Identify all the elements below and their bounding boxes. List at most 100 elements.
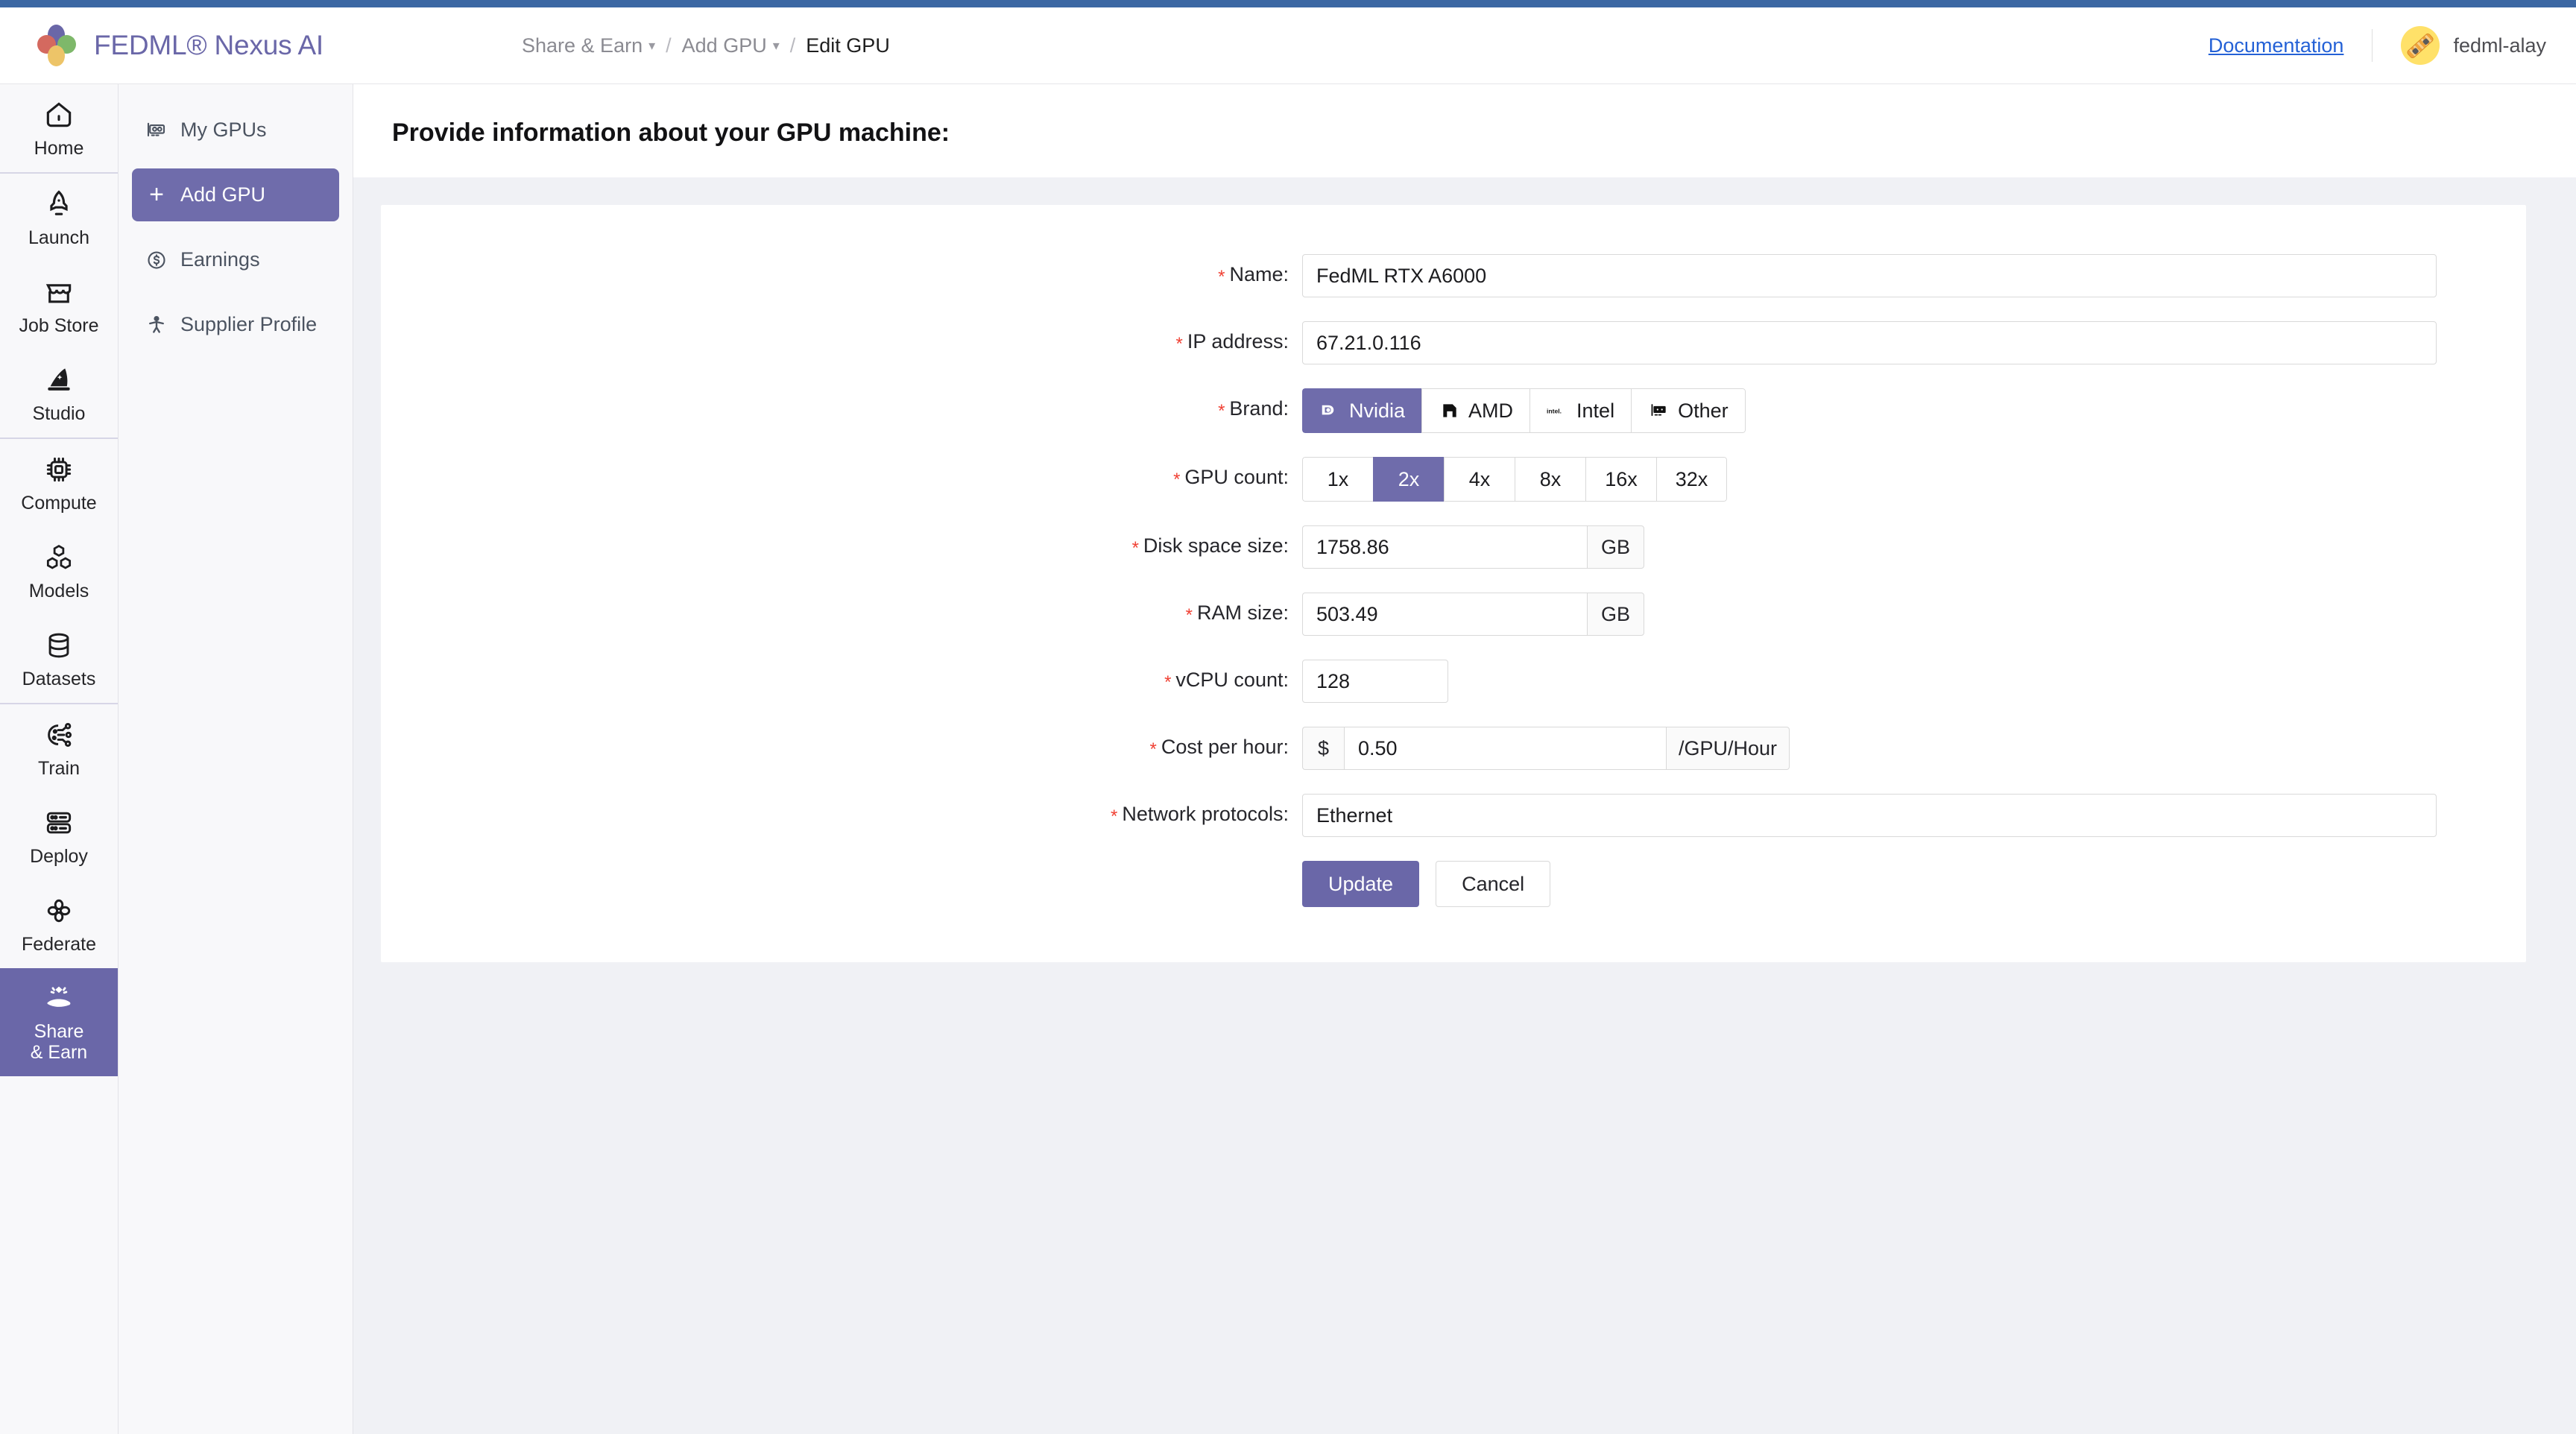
skateboard-avatar-icon[interactable] bbox=[2401, 26, 2440, 65]
gpu-count-option-2x[interactable]: 2x bbox=[1373, 457, 1444, 502]
chevron-down-icon[interactable]: ▾ bbox=[773, 38, 780, 54]
cubes-icon bbox=[42, 541, 75, 574]
ip-address-input[interactable]: 67.21.0.116 bbox=[1302, 321, 2437, 364]
cost-currency-symbol: $ bbox=[1302, 727, 1344, 770]
form-row-ram-size: * RAM size: 503.49 GB bbox=[381, 593, 2526, 636]
sidebar-item-datasets[interactable]: Datasets bbox=[0, 615, 118, 703]
brand-option-amd[interactable]: AMD bbox=[1421, 388, 1530, 433]
breadcrumb-item-add-gpu[interactable]: Add GPU ▾ bbox=[682, 34, 780, 57]
cancel-button[interactable]: Cancel bbox=[1436, 861, 1551, 907]
sidebar-item-deploy[interactable]: Deploy bbox=[0, 792, 118, 880]
server-icon bbox=[42, 806, 75, 839]
rocket-icon bbox=[42, 188, 75, 221]
storefront-icon bbox=[42, 276, 75, 309]
sidebar-item-launch[interactable]: Launch bbox=[0, 174, 118, 262]
sidebar-item-label: Studio bbox=[32, 402, 86, 424]
sidebar-item-label: Earnings bbox=[180, 248, 260, 271]
sidebar-item-my-gpus[interactable]: My GPUs bbox=[132, 104, 339, 157]
flower-logo-icon bbox=[36, 25, 78, 66]
sidebar-item-label: Deploy bbox=[30, 845, 88, 867]
sidebar-item-label: Models bbox=[28, 580, 89, 601]
plus-icon: + bbox=[149, 180, 164, 209]
brand-option-label: Intel bbox=[1576, 399, 1615, 422]
sidebar-item-label: Launch bbox=[28, 227, 90, 248]
gpu-count-option-4x[interactable]: 4x bbox=[1444, 457, 1515, 502]
chevron-down-icon[interactable]: ▾ bbox=[648, 38, 655, 54]
brain-network-icon bbox=[42, 718, 75, 751]
network-protocols-input[interactable]: Ethernet bbox=[1302, 794, 2437, 837]
disk-space-label: * Disk space size: bbox=[1131, 534, 1289, 558]
breadcrumb-label: Edit GPU bbox=[806, 34, 890, 57]
sidebar-item-studio[interactable]: Studio bbox=[0, 350, 118, 438]
brand-option-intel[interactable]: intel. Intel bbox=[1530, 388, 1632, 433]
breadcrumb-label: Share & Earn bbox=[522, 34, 643, 57]
chip-icon bbox=[42, 453, 75, 486]
sidebar-item-label: Train bbox=[37, 757, 80, 779]
gpu-count-option-1x[interactable]: 1x bbox=[1302, 457, 1373, 502]
brand-option-nvidia[interactable]: Nvidia bbox=[1302, 388, 1422, 433]
gpu-card-icon bbox=[147, 122, 165, 136]
vcpu-count-label: * vCPU count: bbox=[1164, 669, 1289, 692]
ram-size-unit: GB bbox=[1587, 593, 1645, 636]
sidebar-item-home[interactable]: Home bbox=[0, 84, 118, 172]
gpu-count-option-16x[interactable]: 16x bbox=[1585, 457, 1656, 502]
brand-label: * Brand: bbox=[1218, 397, 1289, 421]
sidebar-item-label: Compute bbox=[21, 492, 97, 514]
share-earn-subnav: My GPUs + Add GPU Earnings Supplier Prof… bbox=[119, 84, 353, 1434]
form-row-disk-space: * Disk space size: 1758.86 GB bbox=[381, 525, 2526, 569]
primary-nav-rail: Home Launch Job Store Studio Compute Mod… bbox=[0, 84, 119, 1434]
sidebar-item-job-store[interactable]: Job Store bbox=[0, 262, 118, 350]
sidebar-item-add-gpu[interactable]: + Add GPU bbox=[132, 168, 339, 221]
top-accent-strip bbox=[0, 0, 2576, 7]
name-input[interactable]: FedML RTX A6000 bbox=[1302, 254, 2437, 297]
form-row-gpu-count: * GPU count: 1x 2x 4x 8x 16x 32x bbox=[381, 457, 2526, 502]
required-marker: * bbox=[1173, 470, 1181, 490]
sidebar-item-label: Federate bbox=[21, 933, 97, 955]
sidebar-item-supplier-profile[interactable]: Supplier Profile bbox=[132, 298, 339, 351]
gpu-count-segmented-control: 1x 2x 4x 8x 16x 32x bbox=[1302, 457, 1727, 502]
form-row-name: * Name: FedML RTX A6000 bbox=[381, 254, 2526, 297]
amd-logo-icon bbox=[1443, 403, 1457, 417]
breadcrumb-item-share-earn[interactable]: Share & Earn ▾ bbox=[522, 34, 655, 57]
ram-size-label: * RAM size: bbox=[1185, 601, 1289, 625]
nvidia-logo-icon bbox=[1322, 405, 1334, 415]
required-marker: * bbox=[1164, 672, 1172, 692]
breadcrumb-label: Add GPU bbox=[681, 34, 767, 57]
brand-option-label: Nvidia bbox=[1349, 399, 1406, 422]
brand-option-other[interactable]: Other bbox=[1631, 388, 1746, 433]
disk-space-input[interactable]: 1758.86 bbox=[1302, 525, 1587, 569]
sidebar-item-label: Datasets bbox=[22, 668, 96, 689]
sidebar-item-train[interactable]: Train bbox=[0, 704, 118, 792]
sidebar-item-label: Job Store bbox=[19, 315, 99, 336]
sidebar-item-compute[interactable]: Compute bbox=[0, 439, 118, 527]
wizard-hat-icon bbox=[42, 364, 75, 397]
cost-per-hour-label: * Cost per hour: bbox=[1149, 736, 1289, 759]
update-button[interactable]: Update bbox=[1302, 861, 1420, 907]
sidebar-item-models[interactable]: Models bbox=[0, 527, 118, 615]
username-label[interactable]: fedml-alay bbox=[2453, 34, 2546, 57]
app-title: FEDML® Nexus AI bbox=[94, 30, 324, 60]
sidebar-item-earnings[interactable]: Earnings bbox=[132, 233, 339, 286]
database-icon bbox=[42, 629, 75, 662]
ram-size-input[interactable]: 503.49 bbox=[1302, 593, 1587, 636]
cost-per-hour-input[interactable]: 0.50 bbox=[1344, 727, 1666, 770]
vcpu-count-input[interactable]: 128 bbox=[1302, 660, 1448, 703]
required-marker: * bbox=[1175, 334, 1183, 354]
gpu-form-card: * Name: FedML RTX A6000 * IP address: 67.2… bbox=[381, 205, 2526, 962]
sidebar-item-label: Add GPU bbox=[180, 183, 266, 206]
gpu-card-icon bbox=[1651, 404, 1666, 416]
gpu-count-option-32x[interactable]: 32x bbox=[1656, 457, 1727, 502]
hand-gem-icon bbox=[42, 982, 75, 1014]
gpu-count-option-8x[interactable]: 8x bbox=[1515, 457, 1585, 502]
sidebar-item-share-and-earn[interactable]: Share & Earn bbox=[0, 968, 118, 1076]
breadcrumb: Share & Earn ▾ / Add GPU ▾ / Edit GPU bbox=[522, 34, 890, 57]
required-marker: * bbox=[1111, 806, 1118, 827]
documentation-link[interactable]: Documentation bbox=[2209, 34, 2344, 57]
sidebar-item-federate[interactable]: Federate bbox=[0, 880, 118, 968]
home-icon bbox=[42, 98, 75, 131]
form-row-brand: * Brand: Nvidia AMD intel. Intel Other bbox=[381, 388, 2526, 433]
sidebar-item-label: Supplier Profile bbox=[180, 313, 318, 335]
form-row-network-protocols: * Network protocols: Ethernet bbox=[381, 794, 2526, 837]
required-marker: * bbox=[1185, 605, 1193, 625]
intel-logo-icon: intel. bbox=[1547, 408, 1562, 415]
